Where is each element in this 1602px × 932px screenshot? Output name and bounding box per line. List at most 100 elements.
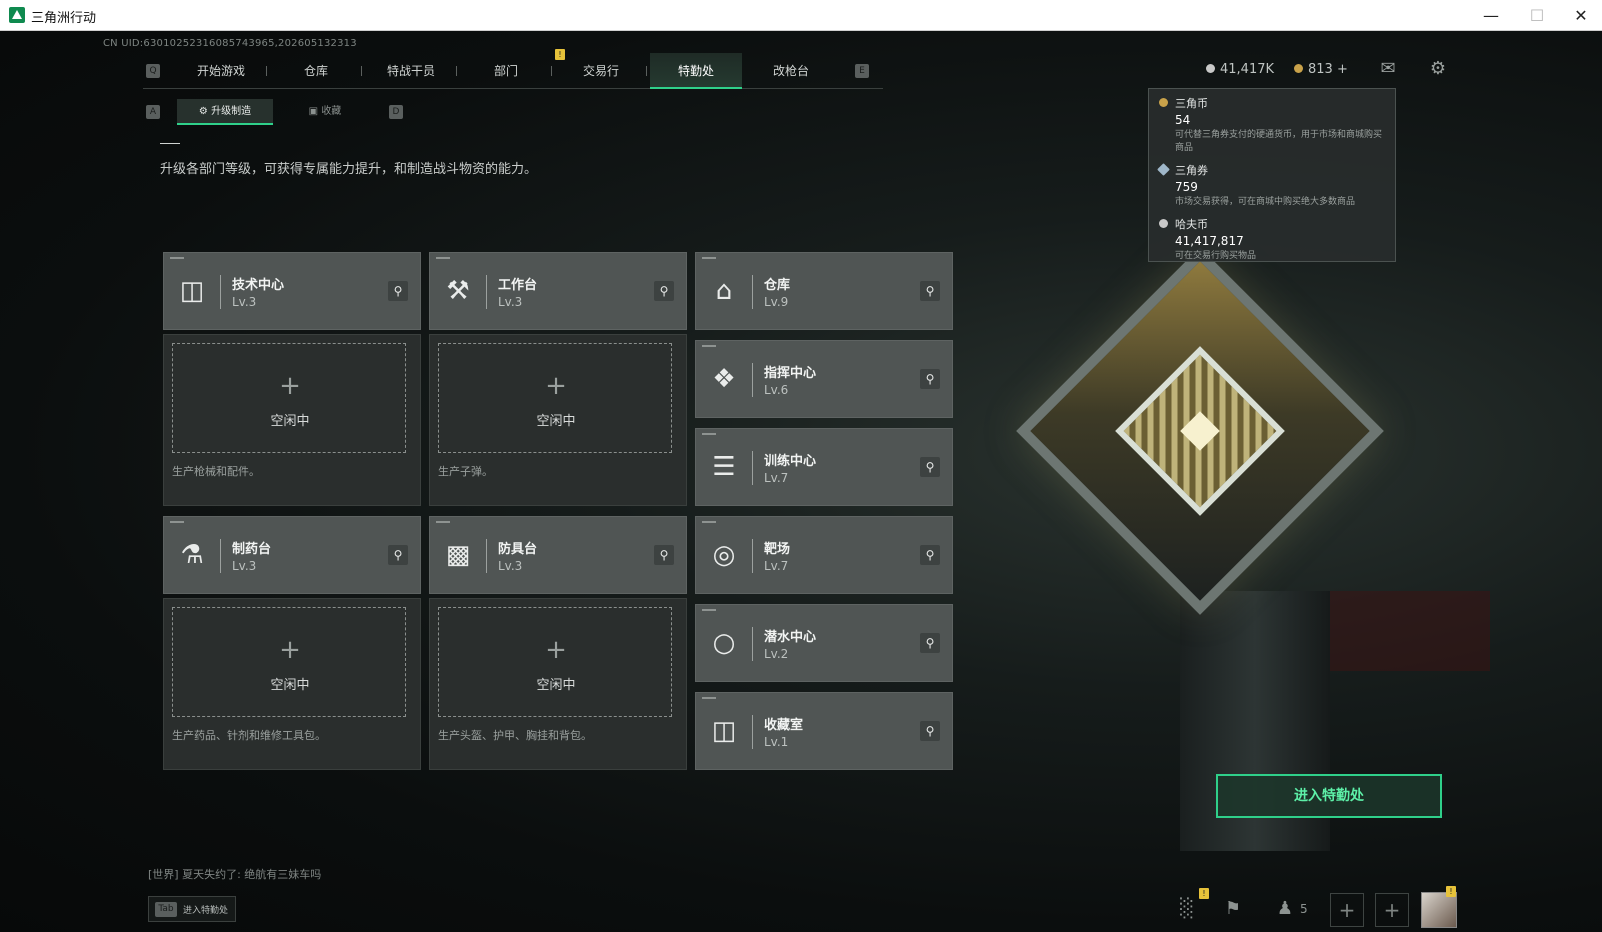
facility-card-diving-center[interactable]: ○ 潜水中心 Lv.2 ⚲ <box>695 604 953 682</box>
card-divider <box>486 539 487 573</box>
production-slot-panel: + 空闲中 生产枪械和配件。 <box>163 334 421 506</box>
facility-level: Lv.2 <box>764 647 789 661</box>
production-slot-panel: + 空闲中 生产头盔、护甲、胸挂和背包。 <box>429 598 687 770</box>
tab-trading[interactable]: 交易行 <box>555 53 647 89</box>
facility-level: Lv.3 <box>232 295 257 309</box>
search-icon[interactable]: ⚲ <box>388 545 408 565</box>
add-currency-icon[interactable]: + <box>1337 62 1348 77</box>
app-root: 三角洲行动 — ☐ ✕ CN UID:630102523160857439​65… <box>0 0 1602 932</box>
search-icon[interactable]: ⚲ <box>920 281 940 301</box>
card-corner-mark <box>436 257 450 259</box>
search-icon[interactable]: ⚲ <box>654 281 674 301</box>
tooltip-value: 54 <box>1175 113 1191 127</box>
minimize-button[interactable]: — <box>1468 0 1514 31</box>
search-icon[interactable]: ⚲ <box>920 545 940 565</box>
add-teammate-button[interactable]: + <box>1375 893 1409 927</box>
card-divider <box>752 539 753 573</box>
hafu-currency[interactable]: 41,417K <box>1206 62 1274 77</box>
tab-special-ops[interactable]: 特勤处 <box>650 53 742 89</box>
tab-separator <box>456 66 457 76</box>
production-slot[interactable]: + 空闲中 <box>438 343 672 453</box>
facility-card-warehouse[interactable]: ⌂ 仓库 Lv.9 ⚲ <box>695 252 953 330</box>
facility-level: Lv.7 <box>764 559 789 573</box>
player-uid: CN UID:630102523160857439​65,20260513231… <box>103 38 357 49</box>
search-icon[interactable]: ⚲ <box>920 721 940 741</box>
slot-description: 生产药品、针剂和维修工具包。 <box>172 729 326 742</box>
subnav-prev-key: A <box>146 105 160 119</box>
slot-description: 生产子弹。 <box>438 465 493 478</box>
production-slot[interactable]: + 空闲中 <box>438 607 672 717</box>
tab-operators[interactable]: 特战干员 <box>365 53 457 89</box>
card-divider <box>752 715 753 749</box>
dumbbell-icon: ☰ <box>712 452 736 482</box>
mail-icon[interactable]: ✉ <box>1376 58 1400 80</box>
card-divider <box>752 451 753 485</box>
add-icon: + <box>545 371 567 401</box>
card-corner-mark <box>436 521 450 523</box>
page-description: 升级各部门等级，可获得专属能力提升，和制造战斗物资的能力。 <box>160 162 538 177</box>
add-teammate-button[interactable]: + <box>1330 893 1364 927</box>
player-avatar[interactable] <box>1421 892 1457 928</box>
tooltip-desc: 可代替三角券支付的硬通货币，用于市场和商城购买商品 <box>1175 130 1383 153</box>
facility-card-collection-room[interactable]: ◫ 收藏室 Lv.1 ⚲ <box>695 692 953 770</box>
search-icon[interactable]: ⚲ <box>920 369 940 389</box>
facility-card-shooting-range[interactable]: ◎ 靶场 Lv.7 ⚲ <box>695 516 953 594</box>
tooltip-name: 哈夫币 <box>1175 218 1208 231</box>
coupon-currency[interactable]: 813 + <box>1294 62 1348 77</box>
close-button[interactable]: ✕ <box>1558 0 1602 31</box>
tab-upgrade-craft[interactable]: ⚙ 升级制造 <box>177 99 273 125</box>
tab-separator <box>266 66 267 76</box>
stats-chart-icon[interactable]: ░ <box>1172 894 1202 924</box>
tab-label: 特战干员 <box>386 64 435 78</box>
tab-gunsmith[interactable]: 改枪台 <box>745 53 837 89</box>
facility-level: Lv.3 <box>498 559 523 573</box>
facility-card-training-center[interactable]: ☰ 训练中心 Lv.7 ⚲ <box>695 428 953 506</box>
facility-card-command-center[interactable]: ❖ 指挥中心 Lv.6 ⚲ <box>695 340 953 418</box>
tab-department[interactable]: 部门 <box>460 53 552 89</box>
friends-icon[interactable]: ♟ <box>1270 894 1300 924</box>
tab-warehouse[interactable]: 仓库 <box>270 53 362 89</box>
slot-description: 生产头盔、护甲、胸挂和背包。 <box>438 729 592 742</box>
chat-channel: [世界] <box>148 868 179 881</box>
search-icon[interactable]: ⚲ <box>654 545 674 565</box>
facility-name: 指挥中心 <box>764 366 817 381</box>
flag-icon[interactable]: ⚑ <box>1218 894 1248 924</box>
facility-card-workbench[interactable]: ⚒ 工作台 Lv.3 ⚲ <box>429 252 687 330</box>
card-corner-mark <box>702 697 716 699</box>
hafu-amount: 41,417K <box>1220 62 1275 77</box>
tab-label: 开始游戏 <box>196 64 245 78</box>
armor-icon: ▩ <box>445 540 471 570</box>
facility-card-armor-bench[interactable]: ▩ 防具台 Lv.3 ⚲ <box>429 516 687 594</box>
window-title: 三角洲行动 <box>31 11 97 26</box>
production-slot[interactable]: + 空闲中 <box>172 607 406 717</box>
top-nav: Q 开始游戏 仓库 特战干员 部门 交易行 特勤处 改枪台 E ! <box>143 49 883 89</box>
facility-card-pharmacy[interactable]: ⚗ 制药台 Lv.3 ⚲ <box>163 516 421 594</box>
triangle-coin-icon <box>1159 98 1168 107</box>
world-chat-line[interactable]: [世界] 夏天失约了: 绝航有三妹车吗 <box>148 866 321 882</box>
search-icon[interactable]: ⚲ <box>388 281 408 301</box>
card-corner-mark <box>702 433 716 435</box>
slot-status: 空闲中 <box>536 414 576 429</box>
tab-collection[interactable]: ▣ 收藏 <box>277 99 373 125</box>
tab-start-game[interactable]: 开始游戏 <box>175 53 267 89</box>
card-corner-mark <box>702 609 716 611</box>
facility-card-tech-center[interactable]: ◫ 技术中心 Lv.3 ⚲ <box>163 252 421 330</box>
add-icon: + <box>279 635 301 665</box>
production-slot[interactable]: + 空闲中 <box>172 343 406 453</box>
tooltip-value: 759 <box>1175 180 1198 194</box>
settings-gear-icon[interactable]: ⚙ <box>1426 58 1450 80</box>
description-divider <box>160 143 180 144</box>
collection-icon: ◫ <box>711 716 737 746</box>
card-divider <box>752 275 753 309</box>
search-icon[interactable]: ⚲ <box>920 457 940 477</box>
enter-special-ops-button[interactable]: 进入特勤处 <box>1216 774 1442 818</box>
production-slot-panel: + 空闲中 生产药品、针剂和维修工具包。 <box>163 598 421 770</box>
hafu-coin-icon <box>1159 219 1168 228</box>
diving-icon: ○ <box>712 628 736 658</box>
maximize-button[interactable]: ☐ <box>1514 0 1560 31</box>
tab-label: 改枪台 <box>772 64 809 78</box>
tab-hint[interactable]: Tab 进入特勤处 <box>148 896 236 922</box>
triangle-coupon-icon <box>1157 163 1170 176</box>
hafu-coin-icon <box>1206 64 1215 73</box>
search-icon[interactable]: ⚲ <box>920 633 940 653</box>
